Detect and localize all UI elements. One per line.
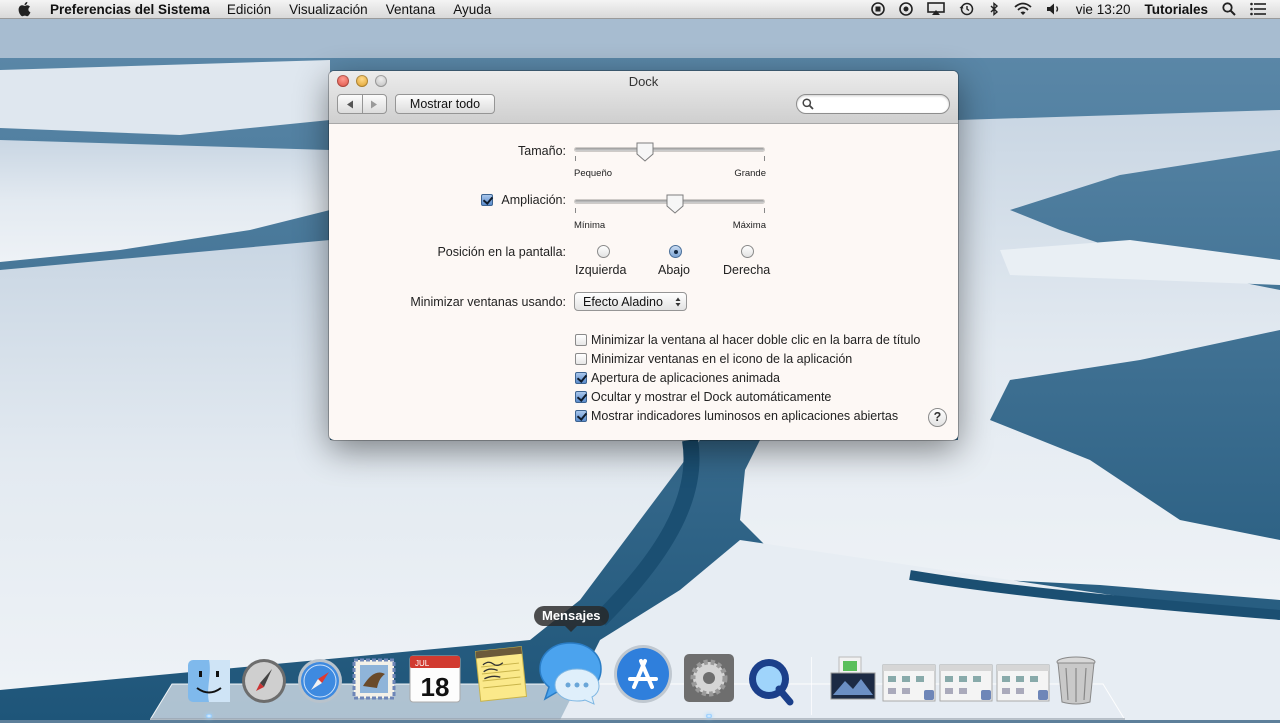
app-status-icon[interactable]	[898, 2, 913, 16]
app-store-icon[interactable]	[612, 643, 674, 705]
menu-app-name[interactable]: Preferencias del Sistema	[50, 2, 210, 17]
system-preferences-icon[interactable]	[681, 651, 737, 705]
spotlight-icon[interactable]	[1222, 2, 1236, 16]
minimize-effect-label: Minimizar ventanas usando:	[410, 295, 566, 309]
double-click-minimize-label[interactable]: Minimizar la ventana al hacer doble clic…	[591, 333, 920, 347]
slider-tick	[575, 208, 576, 213]
window-title: Dock	[628, 74, 659, 89]
minimize-into-icon-label[interactable]: Minimizar ventanas en el icono de la apl…	[591, 352, 852, 366]
search-input[interactable]	[819, 95, 943, 113]
position-left-radio[interactable]	[597, 245, 610, 258]
volume-icon[interactable]	[1046, 2, 1062, 16]
magnification-max-label: Máxima	[732, 220, 766, 231]
search-field[interactable]	[796, 94, 950, 114]
safari-icon[interactable]	[296, 657, 344, 705]
back-forward-control	[337, 94, 387, 114]
wifi-icon[interactable]	[1014, 2, 1032, 16]
dock-tooltip: Mensajes	[534, 606, 609, 626]
back-button[interactable]	[338, 95, 362, 113]
autohide-dock-label[interactable]: Ocultar y mostrar el Dock automáticament…	[591, 390, 831, 404]
window-toolbar: Dock Mostrar todo	[329, 71, 958, 124]
animate-opening-checkbox[interactable]	[575, 372, 587, 384]
clock[interactable]: vie 13:20	[1076, 2, 1131, 17]
size-max-label: Grande	[734, 168, 766, 179]
downloads-stack-icon[interactable]	[829, 655, 877, 703]
show-all-button[interactable]: Mostrar todo	[395, 94, 495, 114]
stop-record-icon[interactable]	[870, 2, 885, 16]
bluetooth-icon[interactable]	[988, 2, 1000, 16]
position-right-radio[interactable]	[741, 245, 754, 258]
menu-bar: Preferencias del Sistema Edición Visuali…	[0, 0, 1280, 19]
minimize-into-icon-checkbox[interactable]	[575, 353, 587, 365]
animate-opening-label[interactable]: Apertura de aplicaciones animada	[591, 371, 780, 385]
menu-view[interactable]: Visualización	[289, 2, 368, 17]
show-indicators-checkbox[interactable]	[575, 410, 587, 422]
quicktime-icon[interactable]	[745, 655, 795, 707]
minimize-effect-popup[interactable]: Efecto Aladino	[574, 292, 687, 311]
slider-tick	[764, 156, 765, 161]
forward-button[interactable]	[361, 95, 387, 113]
running-indicator	[206, 714, 212, 718]
forward-arrow-icon	[371, 100, 378, 108]
minimize-effect-value: Efecto Aladino	[583, 295, 663, 309]
mail-icon[interactable]	[351, 656, 397, 704]
trash-icon[interactable]	[1054, 654, 1098, 706]
position-bottom-radio[interactable]	[669, 245, 682, 258]
double-click-minimize-checkbox[interactable]	[575, 334, 587, 346]
position-bottom-label[interactable]: Abajo	[658, 263, 690, 277]
minimized-window-2[interactable]	[939, 664, 993, 704]
magnification-slider-knob[interactable]	[666, 194, 684, 214]
back-arrow-icon	[346, 100, 353, 108]
notes-icon[interactable]	[472, 643, 530, 705]
minimized-window-3[interactable]	[996, 664, 1050, 704]
magnification-checkbox[interactable]	[481, 194, 493, 206]
dock-separator	[811, 657, 812, 715]
apple-menu-icon[interactable]	[18, 1, 34, 17]
show-indicators-label[interactable]: Mostrar indicadores luminosos en aplicac…	[591, 409, 898, 423]
slider-tick	[575, 156, 576, 161]
position-right-label[interactable]: Derecha	[723, 263, 770, 277]
launchpad-icon[interactable]	[240, 657, 288, 705]
magnification-min-label: Mínima	[574, 220, 606, 231]
search-icon	[802, 98, 814, 110]
menu-help[interactable]: Ayuda	[453, 2, 491, 17]
menu-window[interactable]: Ventana	[386, 2, 436, 17]
updown-arrows-icon	[675, 297, 681, 307]
notification-center-icon[interactable]	[1250, 2, 1266, 16]
menu-edit[interactable]: Edición	[227, 2, 271, 17]
user-menu[interactable]: Tutoriales	[1144, 2, 1208, 17]
help-button[interactable]: ?	[928, 408, 947, 427]
calendar-day: 18	[421, 672, 450, 702]
minimized-window-1[interactable]	[882, 664, 936, 704]
calendar-icon[interactable]: JUL 18	[407, 652, 463, 704]
dock-preferences-window: Dock Mostrar todo Tamaño: Pequeño Grande…	[329, 71, 958, 440]
finder-icon[interactable]	[186, 658, 232, 704]
time-machine-icon[interactable]	[959, 2, 974, 16]
position-left-label[interactable]: Izquierda	[575, 263, 626, 277]
airplay-icon[interactable]	[926, 2, 945, 16]
size-min-label: Pequeño	[574, 168, 613, 179]
magnification-label: Ampliación:	[501, 193, 566, 207]
messages-icon[interactable]	[537, 639, 607, 707]
dock-tooltip-tail	[565, 626, 577, 632]
running-indicator	[706, 714, 712, 718]
position-label: Posición en la pantalla:	[437, 245, 566, 259]
calendar-month: JUL	[415, 659, 430, 668]
autohide-dock-checkbox[interactable]	[575, 391, 587, 403]
slider-tick	[764, 208, 765, 213]
size-label: Tamaño:	[518, 144, 566, 158]
size-slider-knob[interactable]	[636, 142, 654, 162]
size-slider-track[interactable]	[575, 148, 764, 151]
